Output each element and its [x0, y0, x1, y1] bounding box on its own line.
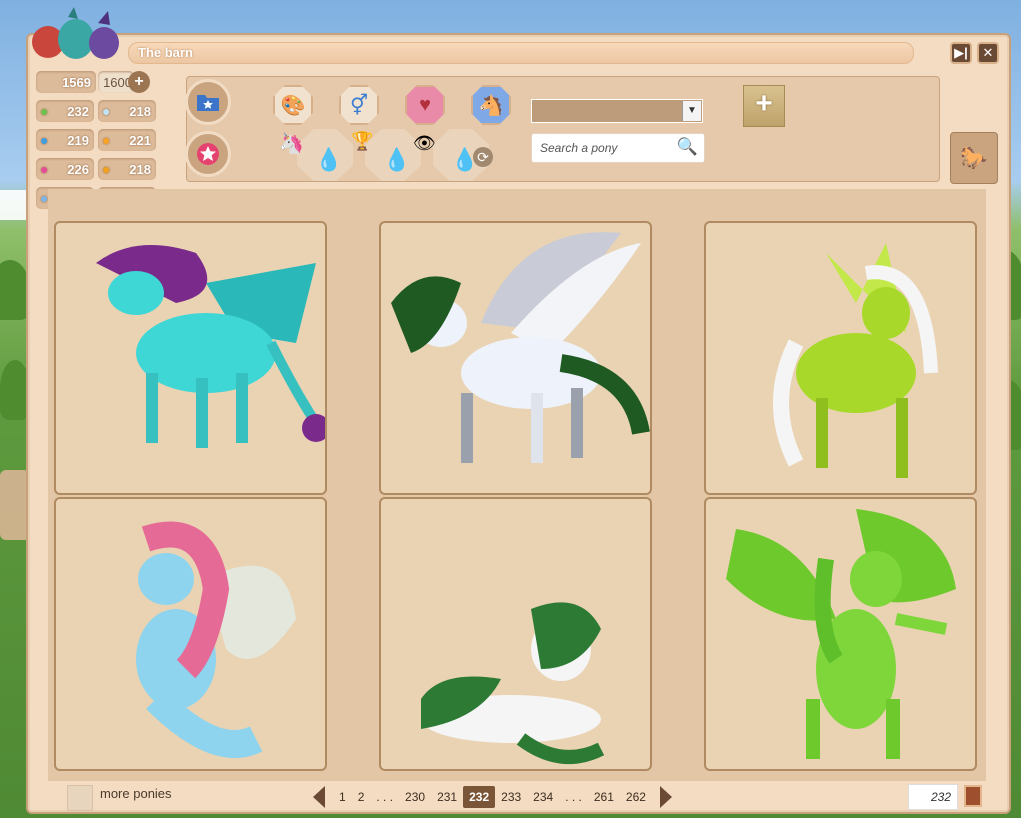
reset-filters-button[interactable]: ⟳: [473, 147, 493, 167]
barn-window: The barn ▶| ✕ 1569 1600 + ● 232 ● 218 ● 219 ● 2…: [26, 7, 1011, 814]
search-icon[interactable]: 🔍: [677, 137, 698, 157]
filter-toolbar: 🎨 ⚥ ♥ 🐴 🦄 🏆 👁 💧 💧 💧 ⟳ ▼ 🔍 +: [185, 76, 940, 182]
pony-card[interactable]: [704, 497, 977, 771]
transfer-pony-button[interactable]: 🐎: [950, 132, 998, 184]
folder-tab-button[interactable]: [185, 79, 231, 125]
pony-teal-bat-wing-icon: [96, 245, 325, 448]
close-button[interactable]: ✕: [977, 42, 999, 64]
pony-green-rearing-icon: [726, 509, 956, 759]
drop-icon: 💧: [383, 147, 411, 172]
pony-blue-seapony-icon: [136, 521, 296, 758]
search-box: 🔍: [531, 133, 705, 163]
more-ponies-checkbox[interactable]: [67, 785, 93, 811]
pony-card[interactable]: [379, 221, 652, 495]
stat-value: 221: [129, 133, 151, 148]
page-number-input[interactable]: 232: [908, 784, 958, 810]
heart-icon: ●: [40, 161, 49, 177]
sort-dropdown[interactable]: ▼: [531, 99, 703, 123]
drop-icon: 💧: [315, 147, 343, 172]
add-stat-plus-button[interactable]: +: [128, 71, 150, 93]
more-ponies-label: more ponies: [100, 786, 172, 801]
minimize-button[interactable]: ▶|: [950, 42, 972, 64]
favorites-tab-button[interactable]: [185, 131, 231, 177]
page-link[interactable]: 233: [495, 786, 527, 808]
pony-card[interactable]: [54, 221, 327, 495]
pony-white-lying-icon: [421, 602, 605, 764]
trophy-icon: 🏆: [351, 131, 374, 151]
page-link[interactable]: 261: [588, 786, 620, 808]
love-filter-button[interactable]: ♥: [405, 85, 445, 125]
page-link[interactable]: 232: [463, 786, 496, 808]
ponies-logo-icon: [32, 7, 119, 59]
previous-page-icon[interactable]: [313, 786, 325, 808]
eye-icon: 👁: [413, 133, 436, 153]
page-link[interactable]: 234: [527, 786, 559, 808]
chevron-down-icon: ▼: [682, 101, 701, 121]
gender-filter-button[interactable]: ⚥: [339, 85, 379, 125]
flame-icon: ●: [102, 132, 111, 148]
page-link[interactable]: 231: [431, 786, 463, 808]
page-link[interactable]: 1: [333, 786, 352, 808]
stat-value: 232: [67, 104, 89, 119]
title-bar: The barn: [128, 42, 914, 64]
cloud-icon: ●: [102, 103, 111, 119]
search-input[interactable]: [538, 140, 678, 156]
pony-transfer-icon: 🐎: [960, 145, 988, 170]
pony-lime-fairy-icon: [773, 243, 938, 478]
folder-star-icon: [197, 95, 219, 111]
ring-heart-icon: ♥: [419, 93, 431, 116]
stat-flame: ● 221: [98, 129, 156, 151]
window-title: The barn: [138, 45, 193, 60]
palette-icon: 🎨: [280, 94, 306, 117]
gender-icon: ⚥: [349, 94, 369, 117]
pagination: 12 . . . 230 231 232 233 234 . . . 261 262: [305, 784, 680, 810]
pony-card[interactable]: [704, 221, 977, 495]
couple-filter-button[interactable]: 🐴: [471, 85, 511, 125]
colors-filter-button[interactable]: 🎨: [273, 85, 313, 125]
stat-paw: ● 218: [98, 158, 156, 180]
couple-ponies-icon: 🐴: [478, 94, 504, 117]
footprint-icon: ●: [40, 132, 49, 148]
star-badge-icon: [197, 143, 219, 165]
page-link[interactable]: 230: [399, 786, 431, 808]
next-page-icon[interactable]: [659, 786, 672, 808]
page-ellipsis: . . .: [565, 790, 582, 804]
stat-heart: ● 226: [36, 158, 94, 180]
pony-grid: [48, 189, 986, 781]
stat-value: 218: [129, 162, 151, 177]
stat-apple: ● 232: [36, 100, 94, 122]
pony-card[interactable]: [379, 497, 652, 771]
pony-card[interactable]: [54, 497, 327, 771]
stat-footprint: ● 219: [36, 129, 94, 151]
page-ellipsis: . . .: [376, 790, 394, 804]
page-link[interactable]: 2: [352, 786, 371, 808]
stat-current: 1569: [36, 71, 96, 93]
stat-cloud: ● 218: [98, 100, 156, 122]
paw-icon: ●: [102, 161, 111, 177]
pony-white-pegasus-icon: [391, 232, 650, 463]
stat-value: 226: [67, 162, 89, 177]
go-to-page-button[interactable]: [964, 785, 982, 807]
stat-value: 218: [129, 104, 151, 119]
apple-icon: ●: [40, 103, 49, 119]
stat-value: 219: [67, 133, 89, 148]
page-list: 12 . . . 230 231 232 233 234 . . . 261 262: [333, 786, 652, 808]
page-link[interactable]: 262: [620, 786, 652, 808]
unicorn-icon: 🦄: [279, 133, 304, 155]
add-filter-button[interactable]: +: [743, 85, 785, 127]
